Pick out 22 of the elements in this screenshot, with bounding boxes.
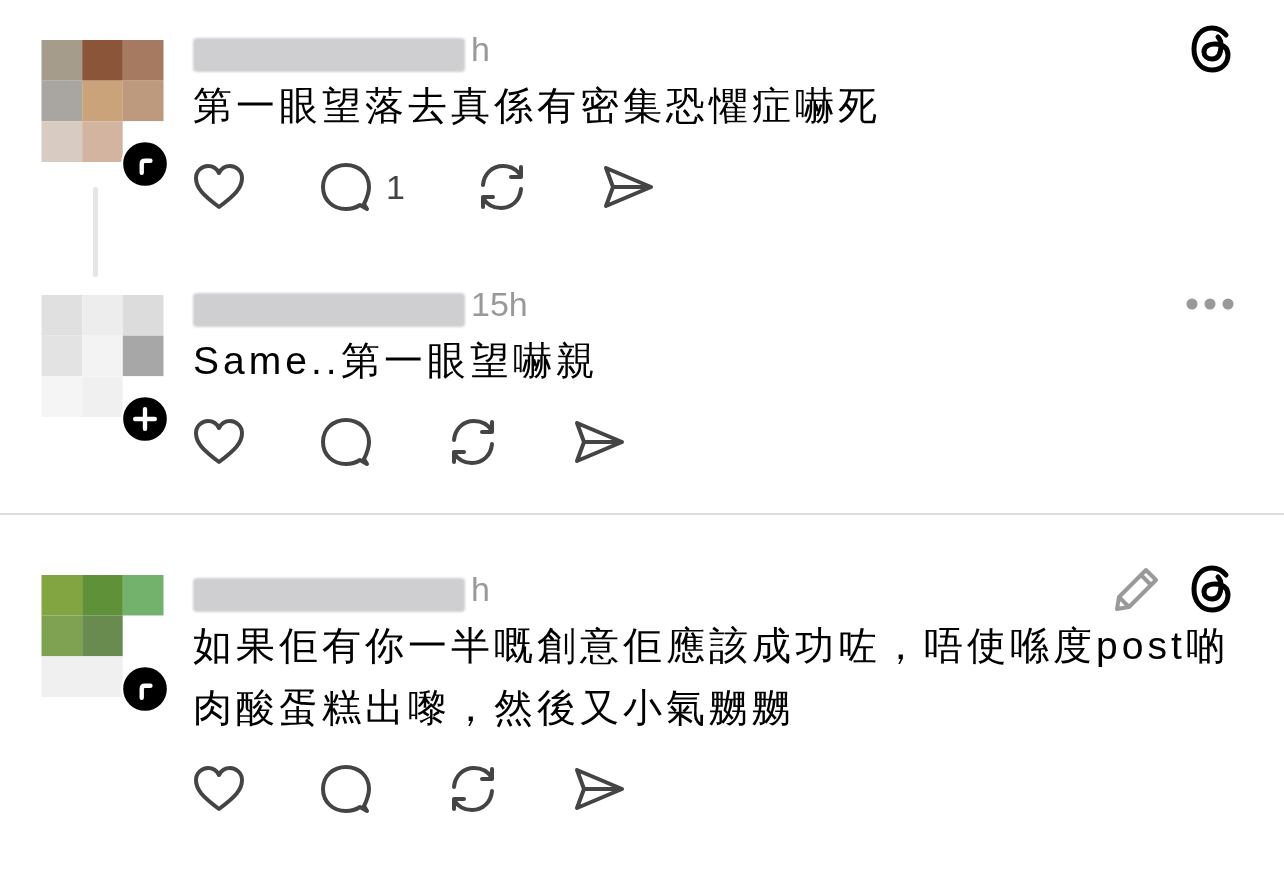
share-icon[interactable] <box>602 164 654 210</box>
timestamp: h <box>471 32 490 66</box>
comment-text: Same..第一眼望嚇親 <box>193 338 600 384</box>
comment-icon[interactable] <box>320 764 372 814</box>
share-icon[interactable] <box>573 766 625 812</box>
avatar[interactable] <box>40 40 165 162</box>
comment-text: 如果佢有你一半嘅創意佢應該成功咗，唔使喺度post啲肉酸蛋糕出嚟，然後又小氣嬲嬲 <box>193 623 1230 731</box>
more-icon[interactable] <box>1186 298 1234 310</box>
comment-icon[interactable] <box>320 162 372 212</box>
share-icon[interactable] <box>573 419 625 465</box>
heart-icon[interactable] <box>193 766 245 812</box>
reply-count: 1 <box>386 170 405 204</box>
heart-icon[interactable] <box>193 419 245 465</box>
avatar[interactable] <box>40 575 165 697</box>
timestamp: h <box>471 572 490 606</box>
pencil-icon[interactable] <box>1114 566 1160 612</box>
follow-badge-icon[interactable] <box>121 395 169 443</box>
timestamp: 15h <box>471 287 528 321</box>
heart-icon[interactable] <box>193 164 245 210</box>
comment-text: 第一眼望落去真係有密集恐懼症嚇死 <box>193 83 882 129</box>
avatar[interactable] <box>40 295 165 417</box>
comment-icon[interactable] <box>320 417 372 467</box>
